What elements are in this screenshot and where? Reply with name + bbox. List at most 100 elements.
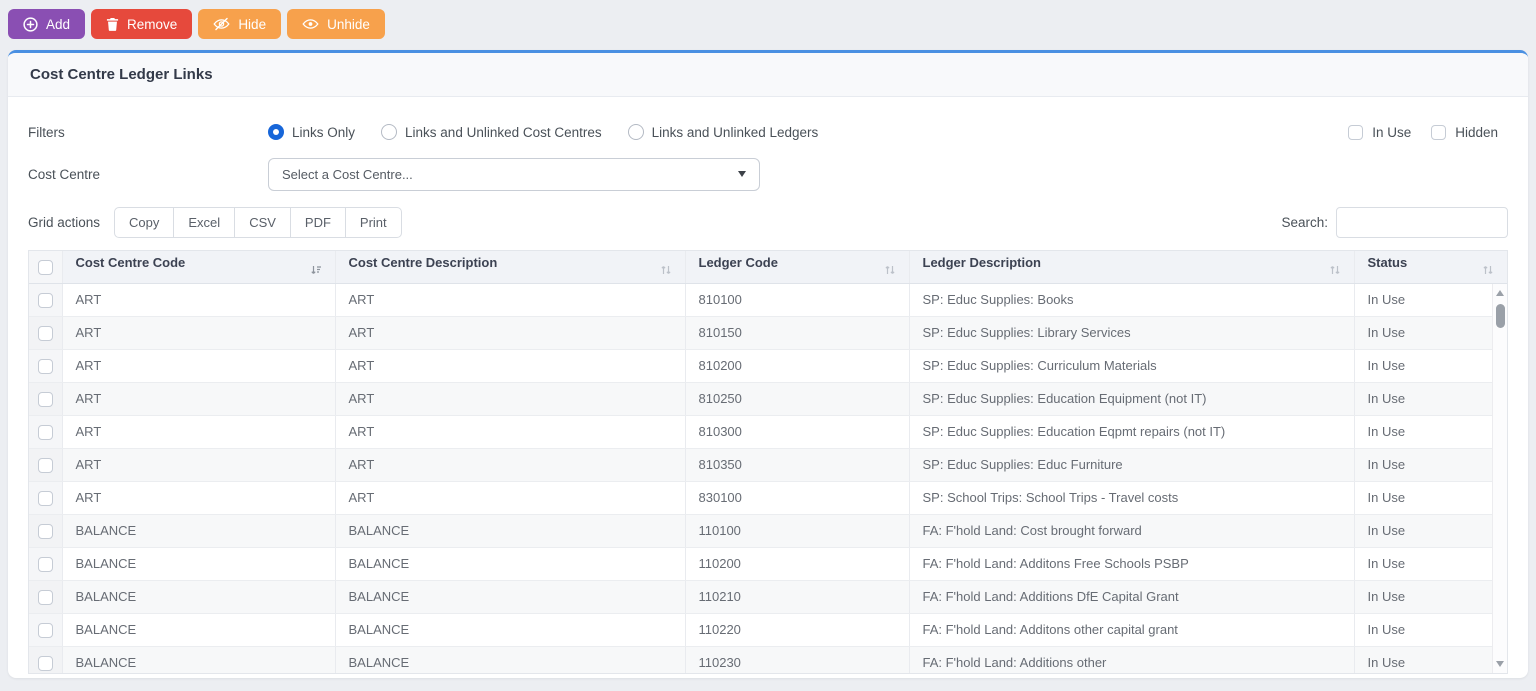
cell-status: In Use <box>1354 448 1507 482</box>
table-row[interactable]: BALANCE BALANCE 110230 FA: F'hold Land: Add… <box>29 646 1507 673</box>
cell-status: In Use <box>1354 580 1507 614</box>
cell-cost-centre-code: BALANCE <box>62 580 336 614</box>
column-header-status[interactable]: Status <box>1354 251 1507 284</box>
table-row[interactable]: ART ART 810200 SP: Educ Supplies: Curriculu… <box>29 349 1507 383</box>
cell-cost-centre-code: ART <box>62 481 336 515</box>
select-all-checkbox[interactable] <box>37 259 53 275</box>
filter-checkboxes: In Use Hidden <box>1348 124 1508 140</box>
row-checkbox[interactable] <box>37 523 53 539</box>
remove-button[interactable]: Remove <box>91 9 193 39</box>
row-checkbox[interactable] <box>37 556 53 572</box>
checkbox-icon[interactable] <box>1348 124 1364 140</box>
add-button[interactable]: Add <box>8 9 86 39</box>
filters-row: Filters Links Only Links and Unlinked Cos… <box>28 115 1508 149</box>
scrollbar-thumb[interactable] <box>1495 304 1505 328</box>
cell-ledger-code: 810250 <box>685 382 910 416</box>
row-checkbox[interactable] <box>37 655 53 671</box>
grid-actions-label: Grid actions <box>28 215 101 230</box>
filter-checkbox-in-use[interactable]: In Use <box>1348 124 1412 140</box>
cost-centre-select[interactable]: Select a Cost Centre... <box>268 157 760 191</box>
cell-cost-centre-description: ART <box>335 415 686 449</box>
scroll-down-arrow-icon[interactable] <box>1496 661 1504 667</box>
filter-checkbox-hidden[interactable]: Hidden <box>1431 124 1498 140</box>
print-button[interactable]: Print <box>344 207 402 238</box>
row-checkbox[interactable] <box>37 589 53 605</box>
cell-ledger-description: SP: Educ Supplies: Library Services <box>909 316 1355 350</box>
column-header-ledger-code[interactable]: Ledger Code <box>685 251 910 284</box>
cell-ledger-code: 810350 <box>685 448 910 482</box>
row-checkbox[interactable] <box>37 622 53 638</box>
filter-checkbox-label: In Use <box>1372 124 1412 140</box>
radio-circle-icon[interactable] <box>268 124 284 140</box>
cell-cost-centre-code: ART <box>62 448 336 482</box>
table-row[interactable]: BALANCE BALANCE 110210 FA: F'hold Land: Add… <box>29 580 1507 614</box>
links-table: Cost Centre Code Cost Centre Description… <box>28 250 1508 674</box>
excel-button[interactable]: Excel <box>173 207 236 238</box>
unhide-button[interactable]: Unhide <box>287 9 385 39</box>
cell-ledger-code: 810300 <box>685 415 910 449</box>
filter-radio-0[interactable]: Links Only <box>268 124 355 140</box>
cell-status: In Use <box>1354 613 1507 647</box>
column-header-ledger-description[interactable]: Ledger Description <box>909 251 1355 284</box>
cell-cost-centre-description: BALANCE <box>335 613 686 647</box>
eye-icon <box>302 17 319 31</box>
filter-radio-2[interactable]: Links and Unlinked Ledgers <box>627 124 818 140</box>
cell-ledger-description: SP: School Trips: School Trips - Travel … <box>909 481 1355 515</box>
table-row[interactable]: ART ART 810100 SP: Educ Supplies: Books In U… <box>29 283 1507 317</box>
filter-radio-1[interactable]: Links and Unlinked Cost Centres <box>381 124 602 140</box>
table-row[interactable]: ART ART 810350 SP: Educ Supplies: Educ Furn… <box>29 448 1507 482</box>
cell-cost-centre-code: BALANCE <box>62 547 336 581</box>
table-row[interactable]: ART ART 810300 SP: Educ Supplies: Education… <box>29 415 1507 449</box>
row-checkbox[interactable] <box>37 424 53 440</box>
column-header-cost-centre-code[interactable]: Cost Centre Code <box>62 251 336 284</box>
cell-ledger-code: 110210 <box>685 580 910 614</box>
copy-button[interactable]: Copy <box>114 207 175 238</box>
table-row[interactable]: BALANCE BALANCE 110220 FA: F'hold Land: Add… <box>29 613 1507 647</box>
row-checkbox[interactable] <box>37 358 53 374</box>
sort-asc-icon <box>310 264 322 279</box>
column-header-cost-centre-description[interactable]: Cost Centre Description <box>335 251 686 284</box>
cell-status: In Use <box>1354 514 1507 548</box>
remove-button-label: Remove <box>127 16 178 32</box>
cell-cost-centre-code: BALANCE <box>62 613 336 647</box>
row-checkbox[interactable] <box>37 292 53 308</box>
cell-cost-centre-code: BALANCE <box>62 646 336 673</box>
cell-cost-centre-description: ART <box>335 448 686 482</box>
cell-ledger-description: SP: Educ Supplies: Education Eqpmt repai… <box>909 415 1355 449</box>
search-input[interactable] <box>1336 207 1508 238</box>
cell-cost-centre-code: ART <box>62 283 336 317</box>
grid-actions-button-group: Copy Excel CSV PDF Print <box>114 207 402 238</box>
radio-circle-icon[interactable] <box>381 124 398 140</box>
cell-ledger-code: 110100 <box>685 514 910 548</box>
cell-ledger-description: SP: Educ Supplies: Books <box>909 283 1355 317</box>
table-row[interactable]: ART ART 830100 SP: School Trips: School Tri… <box>29 481 1507 515</box>
row-checkbox[interactable] <box>37 457 53 473</box>
cell-status: In Use <box>1354 316 1507 350</box>
table-row[interactable]: BALANCE BALANCE 110100 FA: F'hold Land: Cos… <box>29 514 1507 548</box>
unhide-button-label: Unhide <box>327 16 370 32</box>
table-row[interactable]: ART ART 810250 SP: Educ Supplies: Education… <box>29 382 1507 416</box>
row-checkbox[interactable] <box>37 391 53 407</box>
sort-both-icon <box>660 264 672 279</box>
pdf-button[interactable]: PDF <box>289 207 346 238</box>
vertical-scrollbar[interactable] <box>1492 284 1507 673</box>
table-row[interactable]: BALANCE BALANCE 110200 FA: F'hold Land: Add… <box>29 547 1507 581</box>
row-checkbox[interactable] <box>37 490 53 506</box>
filter-radio-label: Links Only <box>292 124 356 140</box>
cell-ledger-code: 110200 <box>685 547 910 581</box>
toolbar: Add Remove Hide Unhide <box>0 0 1536 39</box>
scroll-up-arrow-icon[interactable] <box>1496 290 1504 296</box>
trash-icon <box>106 17 119 31</box>
csv-button[interactable]: CSV <box>234 207 291 238</box>
cell-cost-centre-code: ART <box>62 349 336 383</box>
cell-cost-centre-description: BALANCE <box>335 547 686 581</box>
cell-cost-centre-description: BALANCE <box>335 646 686 673</box>
filters-radio-group: Links Only Links and Unlinked Cost Centre… <box>268 124 818 140</box>
row-checkbox[interactable] <box>37 325 53 341</box>
cell-cost-centre-description: ART <box>335 481 686 515</box>
radio-circle-icon[interactable] <box>627 124 644 140</box>
cell-ledger-code: 810100 <box>685 283 910 317</box>
hide-button[interactable]: Hide <box>198 9 282 39</box>
checkbox-icon[interactable] <box>1431 124 1447 140</box>
table-row[interactable]: ART ART 810150 SP: Educ Supplies: Library S… <box>29 316 1507 350</box>
